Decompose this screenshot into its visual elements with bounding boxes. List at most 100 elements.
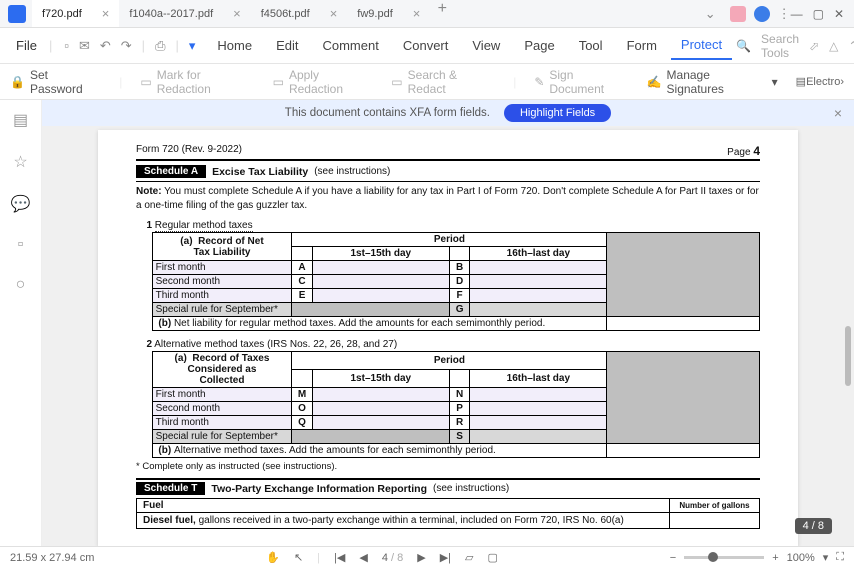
- menu-protect[interactable]: Protect: [671, 31, 732, 60]
- page-viewport[interactable]: Form 720 (Rev. 9-2022) Page 4 Schedule A…: [42, 126, 854, 546]
- close-icon[interactable]: ×: [102, 6, 110, 21]
- field[interactable]: [312, 289, 449, 303]
- period-header: Period: [292, 233, 607, 247]
- manage-signatures-button[interactable]: ✍ Manage Signatures ▾: [647, 68, 778, 96]
- total-field[interactable]: [607, 317, 760, 331]
- zoom-in-icon[interactable]: +: [772, 552, 778, 564]
- regular-method-table: (a) Record of Net Tax Liability Period 1…: [152, 232, 760, 331]
- print-icon[interactable]: ⎙: [155, 38, 165, 54]
- tab-f1040a[interactable]: f1040a--2017.pdf ×: [119, 0, 250, 27]
- zoom-dropdown-icon[interactable]: ▾: [823, 551, 829, 564]
- chevron-down-icon[interactable]: ⌄: [705, 6, 716, 22]
- menu-page[interactable]: Page: [514, 32, 564, 59]
- thumbnails-icon[interactable]: ▤: [13, 110, 28, 130]
- undo-icon[interactable]: ↶: [100, 38, 111, 54]
- schedule-a-instr: (see instructions): [314, 166, 390, 177]
- tab-f720[interactable]: f720.pdf ×: [32, 0, 119, 27]
- redo-icon[interactable]: ↷: [121, 38, 132, 54]
- field[interactable]: [312, 388, 449, 402]
- hand-tool-icon[interactable]: ✋: [266, 551, 280, 564]
- banner-close-icon[interactable]: ×: [834, 105, 842, 121]
- prev-page-icon[interactable]: ◀: [359, 551, 367, 564]
- select-tool-icon[interactable]: ↖: [294, 551, 303, 564]
- page-input[interactable]: 4 / 8: [382, 552, 403, 564]
- gallons-field[interactable]: [670, 513, 760, 529]
- menu-form[interactable]: Form: [617, 32, 667, 59]
- fit-width-icon[interactable]: ▢: [488, 551, 498, 564]
- comments-icon[interactable]: 💬: [11, 194, 31, 214]
- field[interactable]: [470, 289, 607, 303]
- zoom-slider[interactable]: [684, 556, 764, 559]
- field[interactable]: [312, 402, 449, 416]
- menu-convert[interactable]: Convert: [393, 32, 459, 59]
- kebab-menu-icon[interactable]: ⋮: [778, 6, 791, 22]
- greyed-col: [607, 352, 760, 444]
- menu-home[interactable]: Home: [207, 32, 262, 59]
- sync-icon[interactable]: △: [829, 39, 838, 53]
- bookmark-toggle-icon[interactable]: ▾: [189, 38, 196, 54]
- field[interactable]: [470, 430, 607, 444]
- attachments-icon[interactable]: ▫: [18, 236, 24, 254]
- mark-redaction-button[interactable]: ▭ Mark for Redaction: [140, 68, 254, 96]
- search-tools-label[interactable]: Search Tools: [761, 32, 799, 60]
- first-page-icon[interactable]: |◀: [334, 551, 345, 564]
- apply-redaction-button[interactable]: ▭ Apply Redaction: [273, 68, 374, 96]
- open-external-icon[interactable]: ⬀: [809, 39, 819, 53]
- document-area: This document contains XFA form fields. …: [42, 100, 854, 546]
- tab-f4506t[interactable]: f4506t.pdf ×: [251, 0, 348, 27]
- tab-fw9[interactable]: fw9.pdf ×: [347, 0, 430, 27]
- field[interactable]: [312, 275, 449, 289]
- search-redact-button[interactable]: ▭ Search & Redact: [391, 68, 495, 96]
- fit-page-icon[interactable]: ▱: [465, 551, 473, 564]
- new-tab-button[interactable]: +: [430, 0, 454, 27]
- record-b-t2: Considered as: [188, 364, 257, 375]
- highlight-fields-button[interactable]: Highlight Fields: [504, 104, 611, 122]
- field[interactable]: [470, 388, 607, 402]
- close-icon[interactable]: ×: [330, 6, 338, 21]
- scrollbar-thumb[interactable]: [845, 326, 851, 386]
- menu-edit[interactable]: Edit: [266, 32, 308, 59]
- record-a-t2: Tax Liability: [193, 247, 250, 258]
- close-icon[interactable]: ×: [233, 6, 241, 21]
- minimize-icon[interactable]: —: [791, 7, 803, 21]
- total-field[interactable]: [607, 444, 760, 458]
- search-icon[interactable]: 🔍: [736, 39, 751, 53]
- mail-icon[interactable]: ✉: [79, 38, 90, 54]
- save-icon[interactable]: ▫: [64, 38, 69, 54]
- zoom-out-icon[interactable]: −: [670, 552, 676, 564]
- app-logo-icon: [8, 5, 26, 23]
- close-icon[interactable]: ×: [413, 6, 421, 21]
- sign-document-button[interactable]: ✎ Sign Document: [534, 68, 628, 96]
- user-avatar-icon[interactable]: [754, 6, 770, 22]
- schedule-t-title: Two-Party Exchange Information Reporting: [211, 483, 427, 495]
- menu-comment[interactable]: Comment: [312, 32, 388, 59]
- record-b-t3: Collected: [199, 375, 244, 386]
- zoom-value[interactable]: 100%: [787, 552, 815, 564]
- file-menu[interactable]: File: [8, 38, 45, 53]
- record-b-t1: Record of Taxes: [192, 353, 269, 364]
- fullscreen-icon[interactable]: ⛶: [836, 551, 844, 564]
- cell: E: [292, 289, 312, 303]
- close-window-icon[interactable]: ✕: [834, 7, 844, 21]
- field[interactable]: [470, 303, 607, 317]
- search-panel-icon[interactable]: ○: [16, 276, 26, 294]
- field[interactable]: [312, 416, 449, 430]
- field[interactable]: [470, 416, 607, 430]
- p2: 16th–last day: [470, 247, 607, 261]
- maximize-icon[interactable]: ▢: [813, 7, 824, 21]
- set-password-button[interactable]: 🔒 Set Password: [10, 68, 101, 96]
- collapse-ribbon-icon[interactable]: ⌃: [848, 39, 854, 53]
- toolbar-overflow[interactable]: ▤ Electro ›: [796, 75, 844, 88]
- menu-view[interactable]: View: [462, 32, 510, 59]
- next-page-icon[interactable]: ▶: [417, 551, 425, 564]
- last-page-icon[interactable]: ▶|: [440, 551, 451, 564]
- menu-tool[interactable]: Tool: [569, 32, 613, 59]
- bookmark-icon[interactable]: ☆: [13, 152, 27, 172]
- gift-icon[interactable]: [730, 6, 746, 22]
- field[interactable]: [470, 275, 607, 289]
- field[interactable]: [312, 261, 449, 275]
- field[interactable]: [470, 261, 607, 275]
- zoom-handle[interactable]: [708, 552, 718, 562]
- alternative-method-table: (a) Record of Taxes Considered as Collec…: [152, 351, 760, 458]
- field[interactable]: [470, 402, 607, 416]
